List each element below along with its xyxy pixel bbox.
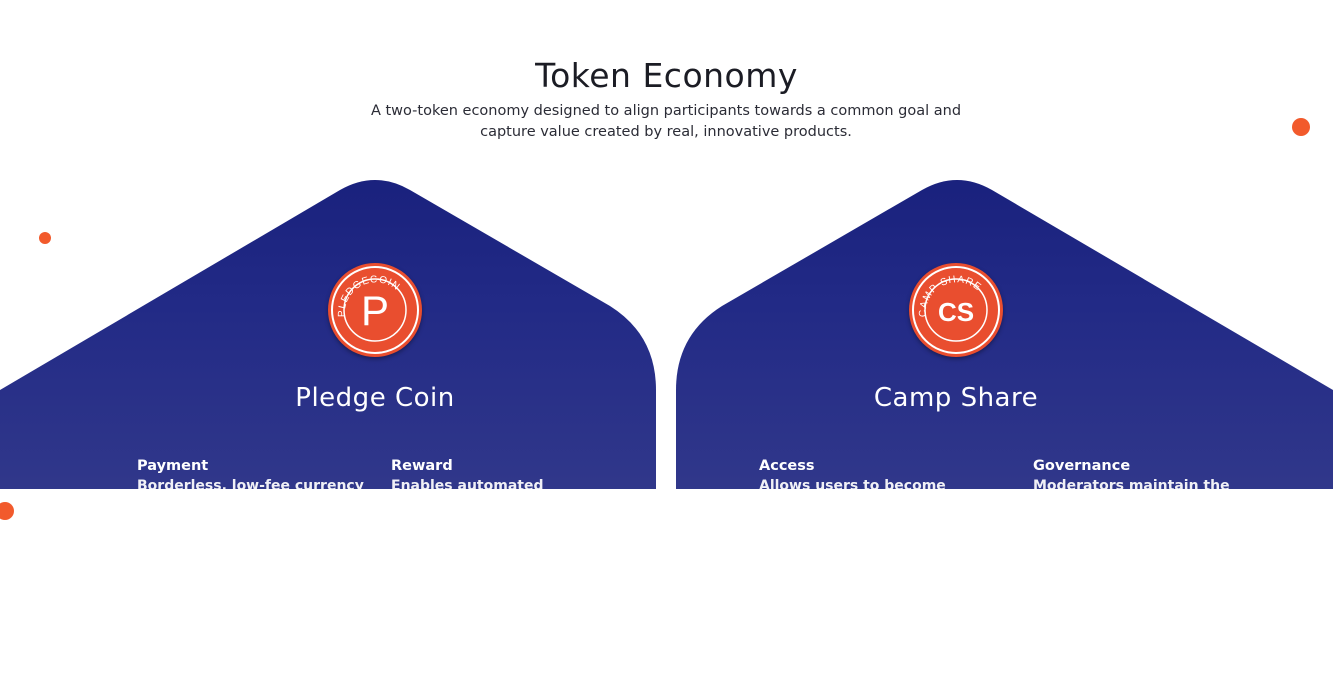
feature-title: Restrictions — [1033, 559, 1132, 575]
feature-reward: Reward Enables automated bounties for th… — [391, 456, 616, 556]
feature-title: Earnings — [759, 559, 831, 575]
camp-share-title: Camp Share — [873, 383, 1039, 413]
decorative-dot — [0, 502, 14, 520]
feature-text: Moderators share the full campaign listi… — [759, 579, 961, 635]
feature-access: Access Allows users to become trusted Mo… — [759, 456, 981, 536]
pledge-coin-title: Pledge Coin — [295, 383, 455, 413]
decorative-dot — [1292, 118, 1310, 136]
feature-title: Governance — [1033, 458, 1131, 474]
pledgecoin-logo-icon: PLEDGECOIN P — [328, 263, 422, 357]
feature-text: Camp Share tokens are not for sale, non-… — [1033, 579, 1276, 635]
page-subtitle: A two-token economy designed to align pa… — [366, 101, 966, 143]
feature-earnings: Earnings Moderators share the full campa… — [759, 557, 1004, 637]
feature-governance: Governance Moderators maintain the healt… — [1033, 456, 1273, 536]
feature-payment: Payment Borderless, low-fee currency use… — [137, 456, 365, 536]
feature-title: Access — [759, 458, 815, 474]
feature-title: Staking — [391, 559, 454, 575]
feature-text: Borderless, low-fee currency used to bac… — [137, 478, 364, 534]
page-title: Token Economy — [535, 56, 798, 96]
campshare-logo-letter: CS — [938, 297, 974, 327]
feature-text: Enables Backer Insurance and Campaign De… — [137, 579, 340, 655]
feature-staking: Staking Staking Pledge Coin awards Camp … — [391, 557, 591, 657]
feature-text: Allows users to become trusted Moderator… — [759, 478, 957, 534]
decorative-dot — [39, 232, 51, 244]
pledgecoin-logo-letter: P — [361, 287, 389, 334]
campshare-logo-icon: CAMP SHARE CS — [909, 263, 1003, 357]
feature-security: Security Enables Backer Insurance and Ca… — [137, 557, 352, 657]
subtitle-line-2: capture value created by real, innovativ… — [480, 124, 852, 140]
feature-title: Security — [137, 559, 205, 575]
feature-title: Payment — [137, 458, 209, 474]
subtitle-line-1: A two-token economy designed to align pa… — [370, 103, 962, 119]
feature-text: Enables automated bounties for the Smart… — [391, 478, 614, 554]
feature-restrictions: Restrictions Camp Share tokens are not f… — [1033, 557, 1281, 637]
feature-title: Reward — [391, 458, 453, 474]
feature-text: Staking Pledge Coin awards Camp Shares t… — [391, 579, 578, 655]
feature-text: Moderators maintain the health of the pl… — [1033, 478, 1270, 534]
